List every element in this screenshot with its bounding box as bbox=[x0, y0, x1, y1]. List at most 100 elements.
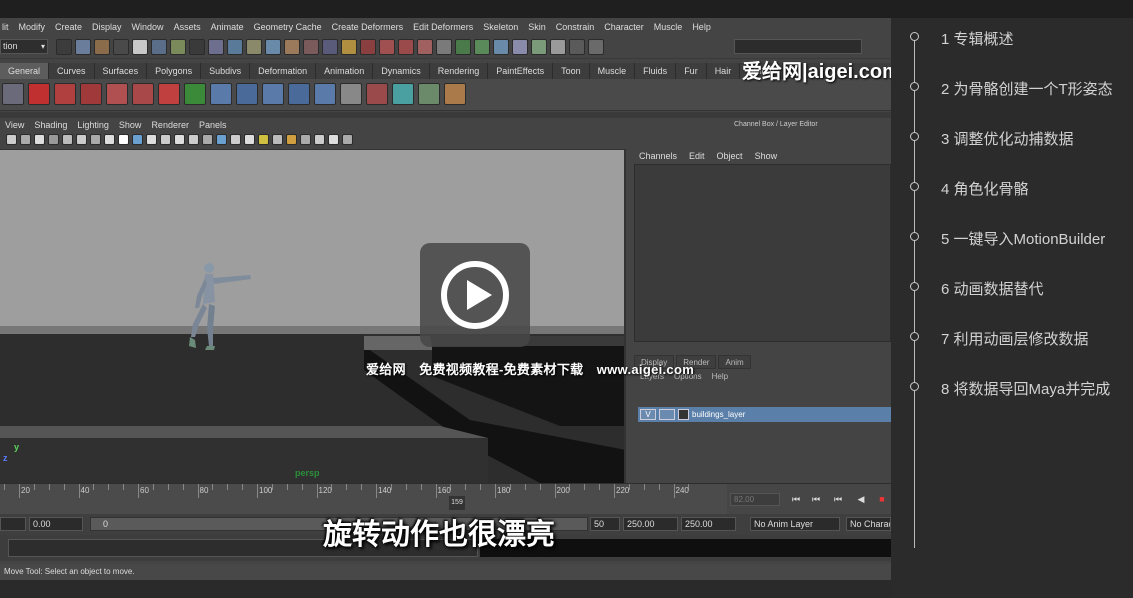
step-back-key-icon[interactable]: ⏮ bbox=[810, 494, 822, 505]
channel-menu-item[interactable]: Show bbox=[755, 151, 778, 161]
menu-set-select[interactable]: tion bbox=[0, 39, 48, 54]
menu-item[interactable]: Constrain bbox=[556, 22, 595, 32]
range-end-field[interactable]: 50 bbox=[590, 517, 620, 531]
channel-menu-item[interactable]: Edit bbox=[689, 151, 705, 161]
shelf-tool-icon[interactable] bbox=[2, 83, 24, 105]
menu-item[interactable]: Muscle bbox=[654, 22, 683, 32]
viewport-tool-icon[interactable] bbox=[20, 134, 31, 145]
chapter-item[interactable]: 8 将数据导回Maya并完成 bbox=[891, 372, 1133, 402]
current-frame-marker[interactable]: 159 bbox=[449, 496, 465, 510]
chapter-item[interactable]: 3 调整优化动捕数据 bbox=[891, 122, 1133, 152]
chapter-item[interactable]: 1 专辑概述 bbox=[891, 22, 1133, 52]
toolbar-icon[interactable] bbox=[56, 39, 72, 55]
toolbar-icon[interactable] bbox=[284, 39, 300, 55]
shelf-tool-icon[interactable] bbox=[54, 83, 76, 105]
layer-row[interactable]: V buildings_layer bbox=[638, 407, 891, 422]
toolbar-icon[interactable] bbox=[208, 39, 224, 55]
toolbar-icon[interactable] bbox=[436, 39, 452, 55]
shelf-tool-icon[interactable] bbox=[106, 83, 128, 105]
viewport-tool-icon[interactable] bbox=[160, 134, 171, 145]
anim-layer-select[interactable]: No Anim Layer bbox=[750, 517, 840, 531]
menu-item[interactable]: Skin bbox=[528, 22, 546, 32]
viewport-tool-icon[interactable] bbox=[34, 134, 45, 145]
layer-color-swatch[interactable] bbox=[678, 409, 689, 420]
shelf-tab[interactable]: Toon bbox=[553, 63, 590, 79]
current-frame-field[interactable]: 82.00 bbox=[730, 493, 780, 506]
toolbar-icon[interactable] bbox=[75, 39, 91, 55]
shelf-tab[interactable]: Muscle bbox=[590, 63, 636, 79]
menu-item[interactable]: Help bbox=[692, 22, 711, 32]
shelf-tool-icon[interactable] bbox=[444, 83, 466, 105]
shelf-tab[interactable]: Curves bbox=[49, 63, 95, 79]
video-frame[interactable]: lit Modify Create Display Window Assets Animat… bbox=[0, 18, 891, 580]
viewport-tool-icon[interactable] bbox=[272, 134, 283, 145]
viewport-tool-icon[interactable] bbox=[118, 134, 129, 145]
chapter-item[interactable]: 2 为骨骼创建一个T形姿态 bbox=[891, 72, 1133, 102]
viewport-tool-icon[interactable] bbox=[314, 134, 325, 145]
toolbar-icon[interactable] bbox=[474, 39, 490, 55]
shelf-tool-icon[interactable] bbox=[262, 83, 284, 105]
toolbar-icon[interactable] bbox=[132, 39, 148, 55]
viewport-tool-icon[interactable] bbox=[174, 134, 185, 145]
toolbar-icon[interactable] bbox=[189, 39, 205, 55]
viewport-menu-item[interactable]: Lighting bbox=[77, 120, 109, 130]
menu-item[interactable]: Create bbox=[55, 22, 82, 32]
shelf-tool-icon[interactable] bbox=[210, 83, 232, 105]
shelf-tool-icon[interactable] bbox=[392, 83, 414, 105]
toolbar-icon[interactable] bbox=[341, 39, 357, 55]
viewport-menu-item[interactable]: Renderer bbox=[151, 120, 189, 130]
toolbar-icon[interactable] bbox=[379, 39, 395, 55]
viewport-tool-icon[interactable] bbox=[216, 134, 227, 145]
viewport-tool-icon[interactable] bbox=[76, 134, 87, 145]
layer-visibility-toggle[interactable]: V bbox=[640, 409, 656, 420]
chapter-item[interactable]: 4 角色化骨骼 bbox=[891, 172, 1133, 202]
menu-item[interactable]: Edit Deformers bbox=[413, 22, 473, 32]
chapter-item[interactable]: 6 动画数据替代 bbox=[891, 272, 1133, 302]
shelf-tab[interactable]: Fur bbox=[676, 63, 707, 79]
shelf-tool-icon[interactable] bbox=[132, 83, 154, 105]
step-back-frame-icon[interactable]: ⏮ bbox=[832, 494, 844, 505]
shelf-tool-icon[interactable] bbox=[184, 83, 206, 105]
anim-end-field-2[interactable]: 250.00 bbox=[681, 517, 736, 531]
menu-item[interactable]: Skeleton bbox=[483, 22, 518, 32]
toolbar-icon[interactable] bbox=[417, 39, 433, 55]
viewport-menu-item[interactable]: Shading bbox=[34, 120, 67, 130]
toolbar-icon[interactable] bbox=[360, 39, 376, 55]
shelf-tool-icon[interactable] bbox=[366, 83, 388, 105]
toolbar-icon[interactable] bbox=[512, 39, 528, 55]
shelf-tool-icon[interactable] bbox=[288, 83, 310, 105]
shelf-tool-icon[interactable] bbox=[28, 83, 50, 105]
shelf-tab[interactable]: Hair bbox=[707, 63, 741, 79]
toolbar-icon[interactable] bbox=[455, 39, 471, 55]
viewport-tool-icon[interactable] bbox=[48, 134, 59, 145]
toolbar-icon[interactable] bbox=[151, 39, 167, 55]
viewport-tool-icon[interactable] bbox=[202, 134, 213, 145]
chapter-item[interactable]: 7 利用动画层修改数据 bbox=[891, 322, 1133, 352]
toolbar-icon[interactable] bbox=[170, 39, 186, 55]
viewport-tool-icon[interactable] bbox=[90, 134, 101, 145]
shelf-tool-icon[interactable] bbox=[314, 83, 336, 105]
toolbar-icon[interactable] bbox=[113, 39, 129, 55]
menu-item[interactable]: Assets bbox=[174, 22, 201, 32]
viewport-tool-icon[interactable] bbox=[146, 134, 157, 145]
toolbar-icon[interactable] bbox=[265, 39, 281, 55]
viewport-tool-icon[interactable] bbox=[342, 134, 353, 145]
shelf-tool-icon[interactable] bbox=[340, 83, 362, 105]
shelf-tool-icon[interactable] bbox=[80, 83, 102, 105]
viewport-tool-icon[interactable] bbox=[104, 134, 115, 145]
menu-item[interactable]: Animate bbox=[211, 22, 244, 32]
menu-item[interactable]: lit bbox=[2, 22, 9, 32]
viewport-tool-icon[interactable] bbox=[132, 134, 143, 145]
shelf-tool-icon[interactable] bbox=[418, 83, 440, 105]
layer-type-toggle[interactable] bbox=[659, 409, 675, 420]
menu-item[interactable]: Geometry Cache bbox=[254, 22, 322, 32]
shelf-tab[interactable]: Animation bbox=[316, 63, 374, 79]
shelf-tab[interactable]: Dynamics bbox=[373, 63, 430, 79]
shelf-tool-icon[interactable] bbox=[158, 83, 180, 105]
toolbar-icon[interactable] bbox=[398, 39, 414, 55]
toolbar-icon[interactable] bbox=[569, 39, 585, 55]
viewport-menu-item[interactable]: View bbox=[5, 120, 24, 130]
layer-menu-item[interactable]: Help bbox=[712, 372, 728, 381]
play-button[interactable] bbox=[420, 243, 530, 347]
toolbar-icon[interactable] bbox=[227, 39, 243, 55]
